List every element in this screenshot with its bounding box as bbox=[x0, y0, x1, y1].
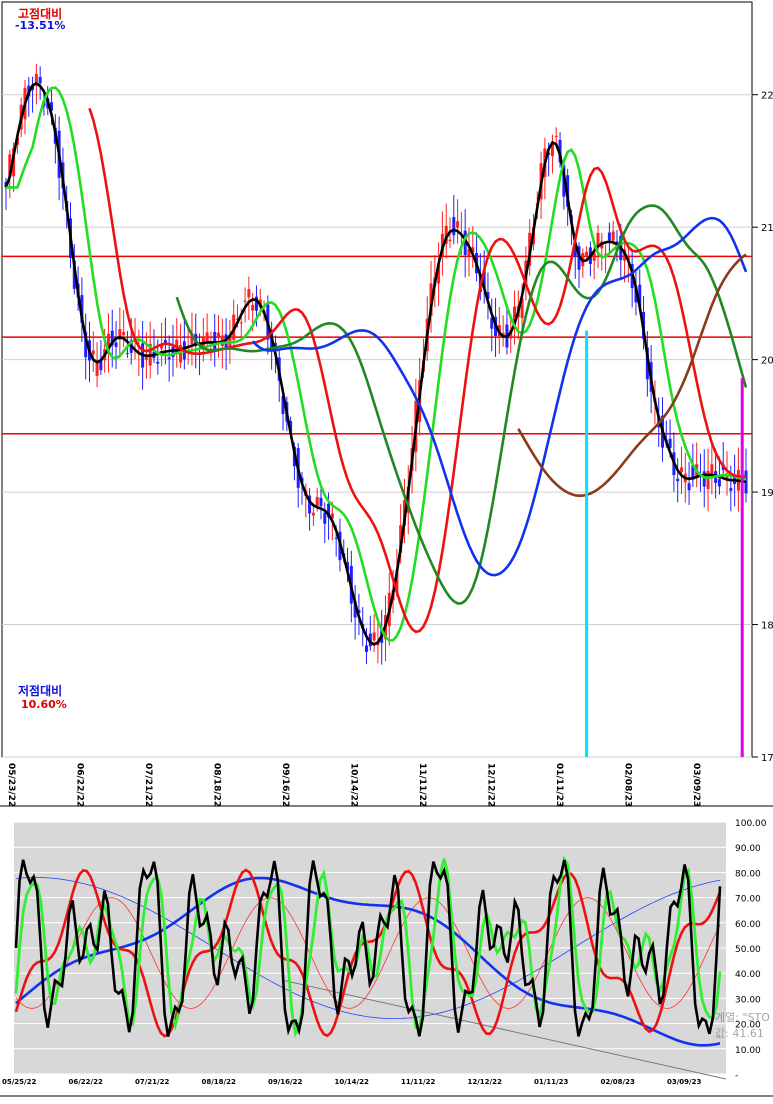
candle-body bbox=[247, 289, 251, 298]
candle-body bbox=[315, 497, 319, 506]
oscillator-y-tick-label: - bbox=[735, 1071, 738, 1081]
candle-body bbox=[122, 332, 126, 336]
price-x-tick-label: 10/14/22 bbox=[349, 763, 359, 807]
price-y-tick-label: 210 bbox=[761, 223, 773, 234]
price-x-axis: 05/23/22 06/22/22 07/21/22 08/18/22 09/16/22… bbox=[6, 763, 701, 807]
oscillator-y-tick-label: 40.00 bbox=[735, 970, 761, 980]
oscillator-x-tick-label: 01/11/23 bbox=[534, 1078, 568, 1086]
candle-body bbox=[243, 300, 247, 302]
price-x-tick-label: 08/18/22 bbox=[212, 763, 222, 807]
price-x-tick-label: 11/11/22 bbox=[417, 763, 427, 807]
candle-body bbox=[114, 342, 118, 347]
candle-body bbox=[217, 332, 221, 337]
oscillator-x-tick-label: 11/11/22 bbox=[401, 1078, 435, 1086]
tooltip-value: 값: 41.61 bbox=[715, 1027, 764, 1040]
candle-body bbox=[448, 239, 452, 242]
candle-body bbox=[311, 512, 315, 516]
oscillator-y-tick-label: 100.00 bbox=[735, 819, 767, 829]
oscillator-x-tick-label: 07/21/22 bbox=[135, 1078, 169, 1086]
high-compare-value: -13.51% bbox=[15, 19, 66, 32]
candle-body bbox=[251, 304, 255, 311]
candle-body bbox=[679, 467, 683, 472]
candle-body bbox=[554, 135, 558, 137]
oscillator-x-tick-label: 02/08/23 bbox=[601, 1078, 635, 1086]
oscillator-y-tick-label: 30.00 bbox=[735, 995, 761, 1005]
oscillator-y-tick-label: 90.00 bbox=[735, 844, 761, 854]
candle-body bbox=[729, 488, 733, 491]
price-x-tick-label: 02/08/23 bbox=[623, 763, 633, 807]
oscillator-y-tick-label: 80.00 bbox=[735, 869, 761, 879]
candle-body bbox=[372, 632, 376, 641]
price-x-tick-label: 01/11/23 bbox=[554, 763, 564, 807]
oscillator-x-axis: 05/25/22 06/22/22 07/21/22 08/18/22 09/16/22… bbox=[2, 1078, 701, 1086]
candle-body bbox=[34, 73, 38, 84]
price-y-tick-label: 190 bbox=[761, 488, 773, 499]
price-y-tick-label: 180 bbox=[761, 621, 773, 632]
candle-body bbox=[452, 217, 456, 236]
candle-body bbox=[717, 479, 721, 487]
oscillator-y-tick-label: 60.00 bbox=[735, 920, 761, 930]
candle-body bbox=[585, 251, 589, 257]
price-x-tick-label: 07/21/22 bbox=[143, 763, 153, 807]
oscillator-y-tick-label: 50.00 bbox=[735, 945, 761, 955]
candle-body bbox=[163, 339, 167, 343]
price-x-tick-label: 05/23/22 bbox=[6, 763, 16, 807]
price-y-tick-label: 170 bbox=[761, 753, 773, 764]
oscillator-x-tick-label: 12/12/22 bbox=[468, 1078, 502, 1086]
oscillator-x-tick-label: 06/22/22 bbox=[69, 1078, 103, 1086]
candle-body bbox=[319, 497, 323, 507]
price-x-tick-label: 12/12/22 bbox=[486, 763, 496, 807]
candle-body bbox=[91, 350, 95, 355]
candle-body bbox=[607, 232, 611, 241]
candle-body bbox=[156, 361, 160, 364]
candle-body bbox=[167, 357, 171, 360]
price-chart-svg: 220 210 200 190 180 170 05/23/22 06/22/22 07/21/… bbox=[0, 1, 773, 1097]
candle-body bbox=[38, 77, 42, 84]
price-x-tick-label: 09/16/22 bbox=[280, 763, 290, 807]
candle-body bbox=[205, 332, 209, 342]
chart-window: 220 210 200 190 180 170 05/23/22 06/22/22 07/21/… bbox=[0, 0, 773, 1100]
candle-body bbox=[239, 322, 243, 324]
tooltip-series: 계열: "STO bbox=[715, 1011, 770, 1024]
candle-body bbox=[687, 483, 691, 491]
oscillator-x-tick-label: 08/18/22 bbox=[202, 1078, 236, 1086]
price-x-tick-label: 03/09/23 bbox=[691, 763, 701, 807]
candle-body bbox=[365, 645, 369, 652]
candle-body bbox=[676, 478, 680, 482]
oscillator-x-tick-label: 09/16/22 bbox=[268, 1078, 302, 1086]
candle-body bbox=[125, 353, 129, 355]
price-x-tick-label: 06/22/22 bbox=[75, 763, 85, 807]
candle-body bbox=[611, 231, 615, 241]
oscillator-y-tick-label: 70.00 bbox=[735, 895, 761, 905]
candle-body bbox=[95, 361, 99, 376]
candle-body bbox=[710, 464, 714, 474]
low-compare-value: 10.60% bbox=[21, 698, 67, 711]
candle-body bbox=[323, 512, 327, 524]
low-compare-label: 저점대비 bbox=[18, 684, 63, 698]
price-y-tick-label: 200 bbox=[761, 356, 773, 367]
series-tooltip: 계열: "STO 값: 41.61 bbox=[715, 1010, 773, 1048]
oscillator-x-tick-label: 05/25/22 bbox=[2, 1078, 36, 1086]
price-y-tick-label: 220 bbox=[761, 91, 773, 102]
oscillator-x-tick-label: 10/14/22 bbox=[335, 1078, 369, 1086]
oscillator-x-tick-label: 03/09/23 bbox=[667, 1078, 701, 1086]
candle-body bbox=[456, 221, 460, 228]
